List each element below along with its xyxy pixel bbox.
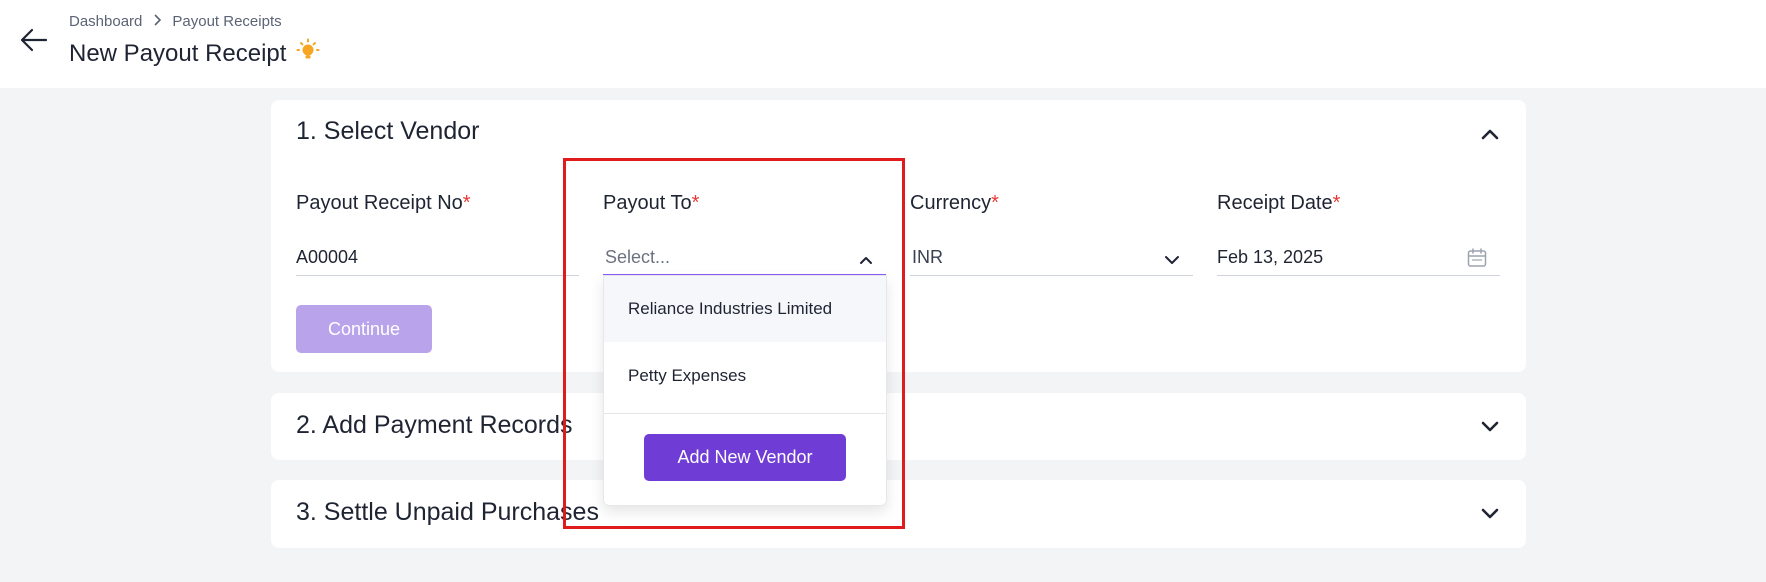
- lightbulb-icon[interactable]: [296, 38, 320, 69]
- continue-button[interactable]: Continue: [296, 305, 432, 353]
- section-title-add-payment-records[interactable]: 2. Add Payment Records: [296, 411, 573, 440]
- select-vendor-section: 1. Select Vendor Payout Receipt No* A000…: [271, 100, 1526, 372]
- back-arrow-icon[interactable]: [18, 26, 50, 54]
- chevron-right-icon: [152, 13, 162, 30]
- receipt-date-input[interactable]: Feb 13, 2025: [1217, 240, 1500, 276]
- top-bar: Dashboard Payout Receipts New Payout Rec…: [0, 0, 1766, 88]
- calendar-icon[interactable]: [1466, 247, 1488, 274]
- payout-to-field: Payout To* Select...: [603, 192, 886, 276]
- chevron-down-icon[interactable]: [1480, 507, 1500, 521]
- section-title-settle-unpaid-purchases[interactable]: 3. Settle Unpaid Purchases: [296, 498, 599, 527]
- currency-field: Currency* INR: [910, 192, 1193, 276]
- currency-value: INR: [912, 247, 943, 267]
- chevron-down-icon[interactable]: [1480, 420, 1500, 434]
- payout-to-placeholder: Select...: [605, 246, 671, 267]
- breadcrumb-payout-receipts[interactable]: Payout Receipts: [172, 13, 281, 30]
- section-title-select-vendor[interactable]: 1. Select Vendor: [296, 117, 479, 146]
- payout-to-label: Payout To*: [603, 192, 700, 214]
- page-title-text: New Payout Receipt: [69, 39, 287, 67]
- dropdown-option[interactable]: Reliance Industries Limited: [604, 276, 886, 342]
- chevron-up-icon[interactable]: [1480, 127, 1500, 141]
- receipt-no-input[interactable]: A00004: [296, 240, 579, 276]
- payout-to-dropdown: Reliance Industries Limited Petty Expens…: [603, 275, 887, 506]
- chevron-down-icon[interactable]: [1163, 250, 1181, 271]
- breadcrumb: Dashboard Payout Receipts: [69, 13, 282, 30]
- page-title: New Payout Receipt: [69, 38, 320, 69]
- breadcrumb-dashboard[interactable]: Dashboard: [69, 13, 142, 30]
- dropdown-option[interactable]: Petty Expenses: [604, 343, 886, 409]
- receipt-no-value: A00004: [296, 247, 359, 267]
- payout-to-select[interactable]: Select...: [603, 240, 886, 276]
- receipt-no-label: Payout Receipt No*: [296, 192, 471, 214]
- receipt-date-label: Receipt Date*: [1217, 192, 1341, 214]
- add-new-vendor-button[interactable]: Add New Vendor: [644, 434, 846, 481]
- settle-unpaid-purchases-section: 3. Settle Unpaid Purchases: [271, 480, 1526, 548]
- chevron-up-icon[interactable]: [858, 250, 874, 271]
- receipt-date-value: Feb 13, 2025: [1217, 247, 1324, 267]
- currency-label: Currency*: [910, 192, 999, 214]
- receipt-date-field: Receipt Date* Feb 13, 2025: [1217, 192, 1500, 276]
- currency-select[interactable]: INR: [910, 240, 1193, 276]
- receipt-no-field: Payout Receipt No* A00004: [296, 192, 579, 276]
- dropdown-footer: Add New Vendor: [604, 413, 886, 505]
- add-payment-records-section: 2. Add Payment Records: [271, 393, 1526, 460]
